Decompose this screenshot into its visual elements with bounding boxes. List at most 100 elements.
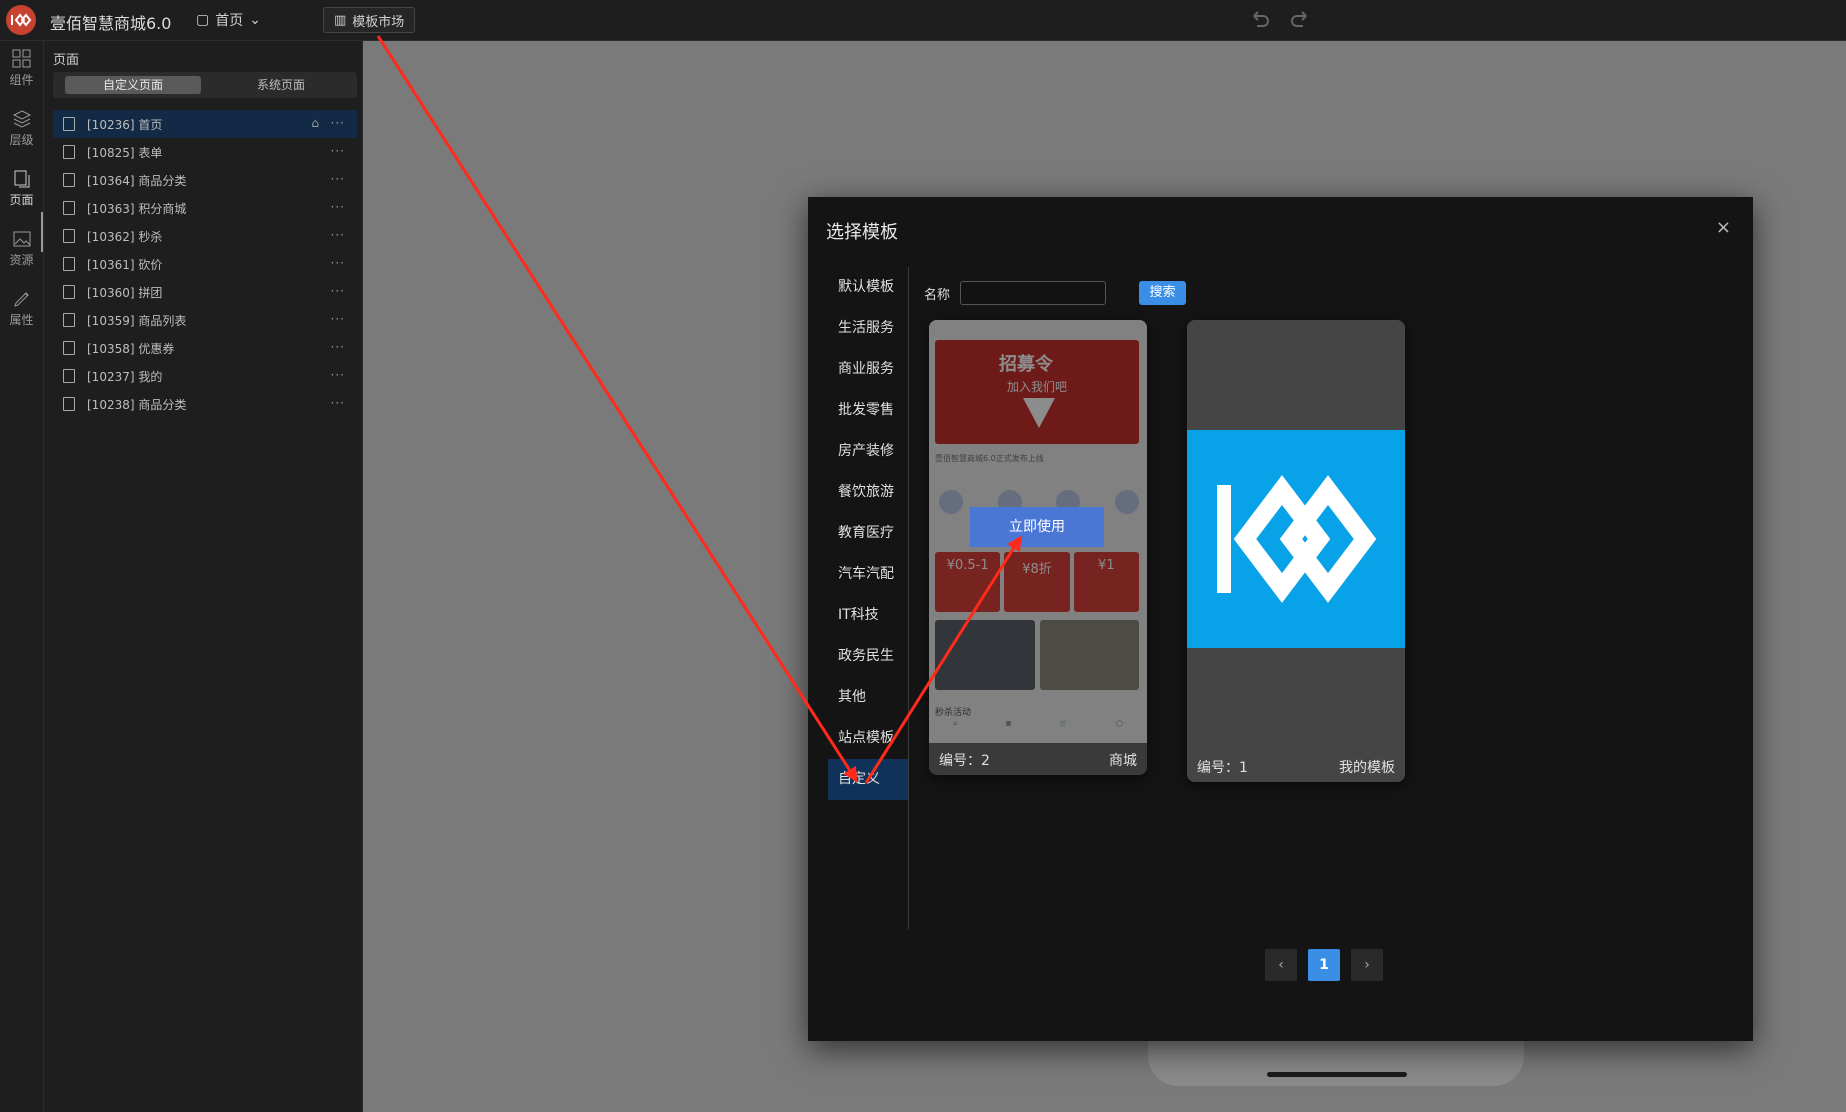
rail-item-resources[interactable]: 资源 <box>0 229 43 268</box>
document-icon <box>63 117 75 131</box>
category-item[interactable]: 教育医疗 <box>828 513 908 554</box>
close-icon[interactable]: × <box>1716 217 1731 238</box>
template-market-button[interactable]: ▥ 模板市场 <box>323 7 416 33</box>
select-template-modal: 选择模板 × 默认模板 生活服务 商业服务 批发零售 房产装修 餐饮旅游 教育医… <box>808 197 1753 1041</box>
more-icon[interactable]: ··· <box>331 312 345 326</box>
template-preview: 招募令 加入我们吧 壹佰智慧商城6.0正式发布上线 ¥0.5-1 ¥8折 ¥1 … <box>929 320 1147 743</box>
modal-title: 选择模板 <box>826 222 898 243</box>
page-item[interactable]: [10362] 秒杀 ··· <box>53 222 357 250</box>
pages-sidebar: 页面 自定义页面 系统页面 [10236] 首页 ⌂ ··· [10825] 表单 ·… <box>44 41 363 1112</box>
category-item[interactable]: 房产装修 <box>828 431 908 472</box>
more-icon[interactable]: ··· <box>331 228 345 242</box>
prev-page-button[interactable]: ‹ <box>1265 949 1297 981</box>
left-rail: 组件 层级 页面 资源 属性 <box>0 41 44 1112</box>
page-switcher-label: 首页 <box>215 13 244 29</box>
page-item[interactable]: [10237] 我的 ··· <box>53 362 357 390</box>
undo-icon[interactable] <box>1248 8 1270 34</box>
template-number: 编号：1 <box>1197 760 1248 776</box>
category-item[interactable]: 政务民生 <box>828 636 908 677</box>
document-icon <box>63 285 75 299</box>
page-item-label: [10361] 砍价 <box>87 257 163 272</box>
template-card[interactable]: 编号：1 我的模板 <box>1187 320 1405 782</box>
tab-system-pages[interactable]: 系统页面 <box>213 76 349 94</box>
arrow-to-custom-category <box>376 35 858 783</box>
document-icon <box>63 173 75 187</box>
page-item-label: [10236] 首页 <box>87 117 163 132</box>
document-icon <box>63 201 75 215</box>
category-item[interactable]: 汽车汽配 <box>828 554 908 595</box>
rail-label: 层级 <box>9 133 34 147</box>
template-type: 商城 <box>1109 753 1137 769</box>
document-icon <box>63 313 75 327</box>
page-item-label: [10825] 表单 <box>87 145 163 160</box>
template-number: 编号：2 <box>939 753 990 769</box>
more-icon[interactable]: ··· <box>331 340 345 354</box>
page-item[interactable]: [10236] 首页 ⌂ ··· <box>53 110 357 138</box>
card-footer: 编号：2 商城 <box>929 743 1147 775</box>
page-item[interactable]: [10358] 优惠券 ··· <box>53 334 357 362</box>
page-item-label: [10359] 商品列表 <box>87 313 187 328</box>
tab-custom-pages[interactable]: 自定义页面 <box>65 76 201 94</box>
grid-icon <box>12 49 30 68</box>
chevron-down-icon: ⌄ <box>249 12 261 28</box>
rail-label: 组件 <box>9 73 34 87</box>
category-item-selected[interactable]: 自定义 <box>828 759 908 800</box>
more-icon[interactable]: ··· <box>331 396 345 410</box>
more-icon[interactable]: ··· <box>331 284 345 298</box>
home-icon[interactable]: ⌂ <box>311 116 319 130</box>
page-icon: ▢ <box>196 12 210 28</box>
document-icon <box>63 257 75 271</box>
page-type-tabs: 自定义页面 系统页面 <box>53 72 357 98</box>
template-icon: ▥ <box>334 12 347 28</box>
redo-icon[interactable] <box>1290 8 1312 34</box>
rail-item-properties[interactable]: 属性 <box>0 289 43 328</box>
more-icon[interactable]: ··· <box>331 256 345 270</box>
category-item[interactable]: 批发零售 <box>828 390 908 431</box>
next-page-button[interactable]: › <box>1351 949 1383 981</box>
page-item[interactable]: [10825] 表单 ··· <box>53 138 357 166</box>
page-item[interactable]: [10361] 砍价 ··· <box>53 250 357 278</box>
page-item[interactable]: [10238] 商品分类 ··· <box>53 390 357 418</box>
more-icon[interactable]: ··· <box>331 144 345 158</box>
category-item[interactable]: 默认模板 <box>828 267 908 308</box>
template-card[interactable]: 招募令 加入我们吧 壹佰智慧商城6.0正式发布上线 ¥0.5-1 ¥8折 ¥1 … <box>929 320 1147 775</box>
search-button[interactable]: 搜索 <box>1139 281 1186 305</box>
page-item-label: [10362] 秒杀 <box>87 229 163 244</box>
page-item[interactable]: [10363] 积分商城 ··· <box>53 194 357 222</box>
page-item-label: [10237] 我的 <box>87 369 163 384</box>
category-item[interactable]: IT科技 <box>828 595 908 636</box>
brand-logo-icon <box>1217 475 1377 603</box>
page-item[interactable]: [10360] 拼团 ··· <box>53 278 357 306</box>
card-footer: 编号：1 我的模板 <box>1187 750 1405 782</box>
page-number-button[interactable]: 1 <box>1308 949 1340 981</box>
document-icon <box>63 369 75 383</box>
document-icon <box>63 341 75 355</box>
use-now-button[interactable]: 立即使用 <box>970 507 1104 547</box>
more-icon[interactable]: ··· <box>331 368 345 382</box>
page-item[interactable]: [10364] 商品分类 ··· <box>53 166 357 194</box>
rail-item-pages[interactable]: 页面 <box>0 169 43 208</box>
category-item[interactable]: 商业服务 <box>828 349 908 390</box>
more-icon[interactable]: ··· <box>331 116 345 130</box>
category-divider <box>908 267 909 929</box>
category-item[interactable]: 其他 <box>828 677 908 718</box>
brand-logo-image <box>1187 430 1405 648</box>
template-preview-top <box>1187 320 1405 430</box>
page-item-label: [10360] 拼团 <box>87 285 163 300</box>
rail-item-layers[interactable]: 层级 <box>0 109 43 148</box>
page-switcher[interactable]: ▢ 首页 ⌄ <box>196 10 261 30</box>
category-item[interactable]: 站点模板 <box>828 718 908 759</box>
rail-item-components[interactable]: 组件 <box>0 49 43 88</box>
category-item[interactable]: 餐饮旅游 <box>828 472 908 513</box>
page-item-label: [10358] 优惠券 <box>87 341 175 356</box>
more-icon[interactable]: ··· <box>331 172 345 186</box>
document-icon <box>63 397 75 411</box>
more-icon[interactable]: ··· <box>331 200 345 214</box>
name-search-input[interactable] <box>960 281 1106 305</box>
page-icon <box>14 170 29 188</box>
layers-icon <box>12 110 31 128</box>
app-logo <box>6 5 36 35</box>
page-item[interactable]: [10359] 商品列表 ··· <box>53 306 357 334</box>
document-icon <box>63 229 75 243</box>
category-item[interactable]: 生活服务 <box>828 308 908 349</box>
